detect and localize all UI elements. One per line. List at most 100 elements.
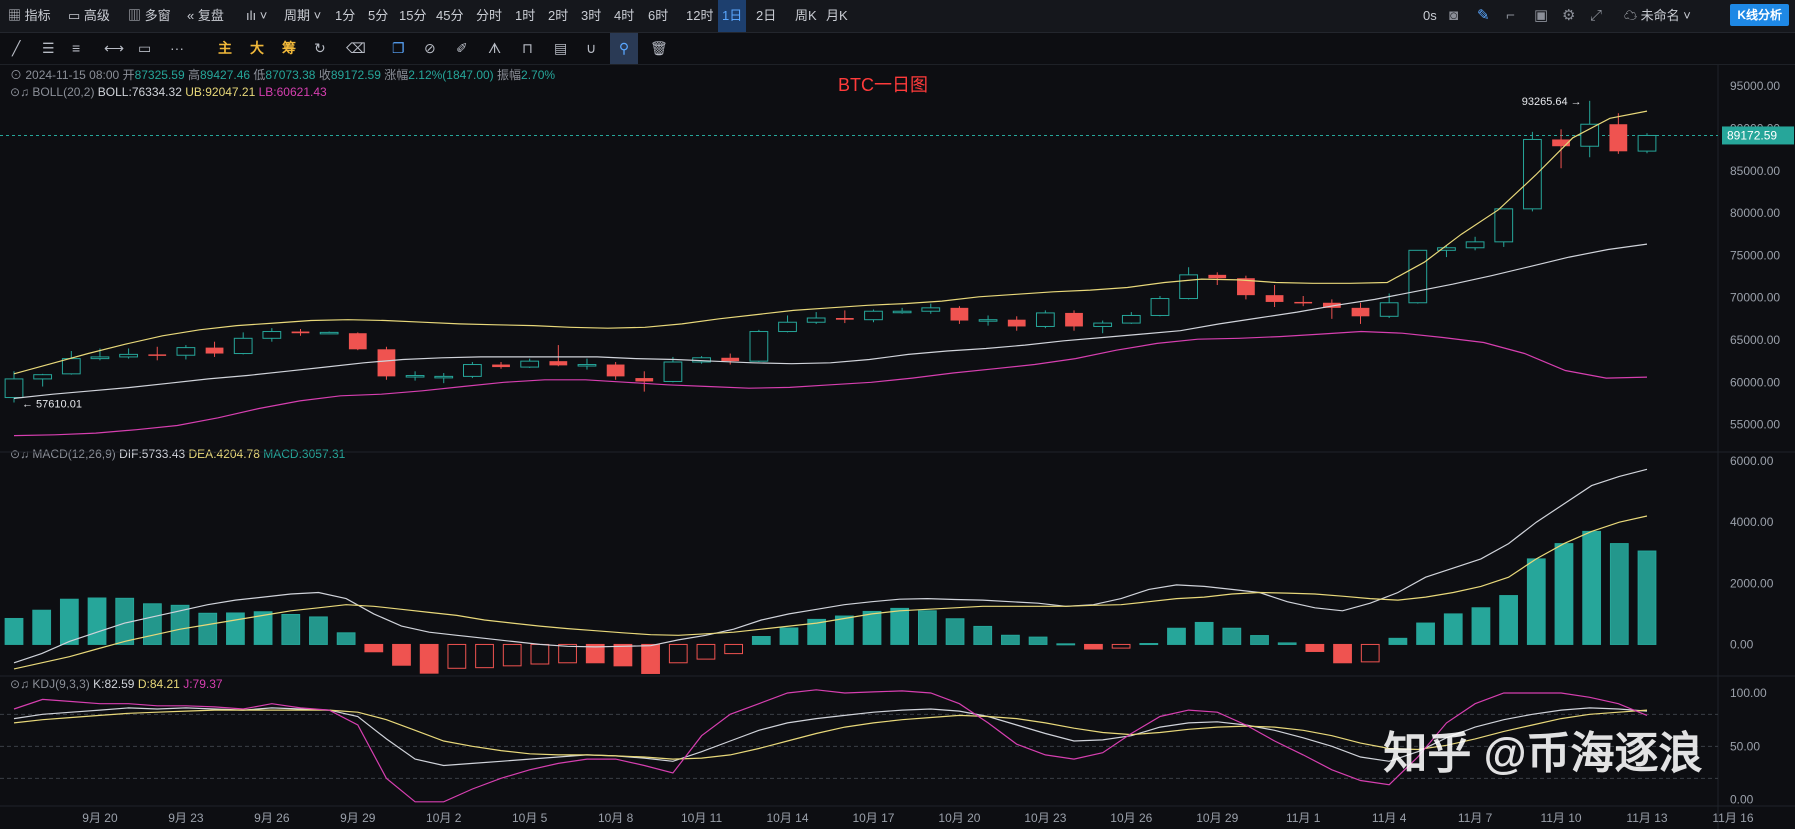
macd-tick-label: 0.00 <box>1730 637 1754 651</box>
multi-window-button[interactable]: ▥ 多窗 <box>128 0 171 32</box>
pattern-icon[interactable]: ᗑ <box>488 33 501 64</box>
eraser-icon[interactable]: ⌫ <box>346 33 366 64</box>
macd-bar <box>502 643 522 667</box>
candle-body <box>1265 295 1284 302</box>
candle-body <box>148 354 167 356</box>
main-chip-button[interactable]: 主 <box>218 33 232 64</box>
macd-bar <box>945 618 965 645</box>
macd-bar <box>1305 643 1325 652</box>
candle-body <box>1065 312 1083 327</box>
hline-icon[interactable]: ⟷ <box>104 33 124 64</box>
interval-14[interactable]: 月K <box>826 0 848 32</box>
interval-5[interactable]: 1时 <box>515 0 535 32</box>
cloud-icon: ☁ <box>1624 8 1638 23</box>
x-tick-label: 11月 4 <box>1372 811 1407 825</box>
note-icon[interactable]: ▤ <box>554 33 567 64</box>
refresh-icon[interactable]: ↻ <box>314 33 326 64</box>
price-tick-label: 55000.00 <box>1730 418 1780 432</box>
brush-icon[interactable]: ✐ <box>456 33 468 64</box>
macd-bar <box>1111 643 1131 649</box>
trash-icon[interactable]: 🗑 <box>650 33 668 64</box>
interval-4[interactable]: 分时 <box>476 0 502 32</box>
interval-9[interactable]: 6时 <box>648 0 668 32</box>
macd-bar <box>1028 636 1048 645</box>
rectangle-icon[interactable]: ▭ <box>138 33 151 64</box>
macd-bar <box>1526 558 1546 645</box>
macd-bar <box>1333 643 1352 664</box>
filter-icon[interactable]: ⚲ <box>610 33 638 64</box>
hline-multi-icon[interactable]: ☰ <box>42 33 55 64</box>
interval-8[interactable]: 4时 <box>614 0 634 32</box>
macd-bar <box>1499 595 1518 645</box>
interval-2[interactable]: 15分 <box>399 0 426 32</box>
chart-canvas[interactable]: 93265.64 →← 57610.01 95000.0090000.00850… <box>0 65 1795 829</box>
x-tick-label: 11月 7 <box>1458 811 1493 825</box>
interval-0[interactable]: 1分 <box>335 0 355 32</box>
macd-bar <box>198 612 218 645</box>
macd-bar <box>59 598 79 645</box>
lock-icon[interactable]: ⊓ <box>522 33 533 64</box>
x-tick-label: 9月 20 <box>82 811 118 825</box>
macd-bar <box>613 643 633 667</box>
macd-bar <box>87 597 107 645</box>
candle-body <box>950 307 969 321</box>
interval-3[interactable]: 45分 <box>436 0 463 32</box>
candle-body <box>434 375 454 379</box>
copy-icon[interactable]: ❐ <box>392 33 405 64</box>
candle-body <box>262 331 282 339</box>
crop-icon[interactable]: ⌐ <box>1506 0 1515 32</box>
macd-bar <box>143 603 162 645</box>
price-pane: 93265.64 → ← 57610.01 <box>4 96 1657 437</box>
save-icon[interactable]: ▣ <box>1534 0 1548 32</box>
large-order-button[interactable]: 大 <box>250 33 264 64</box>
candle-body <box>319 331 339 335</box>
interval-11[interactable]: 1日 <box>718 0 747 32</box>
macd-bar <box>475 643 494 669</box>
interval-7[interactable]: 3时 <box>581 0 601 32</box>
candle-body <box>1121 314 1141 324</box>
macd-bar <box>779 627 799 645</box>
x-tick-label: 10月 8 <box>598 811 634 825</box>
macd-bar <box>1471 607 1491 645</box>
interval-13[interactable]: 周K <box>795 0 817 32</box>
ruler-icon[interactable]: ⊘ <box>424 33 436 64</box>
macd-bar <box>1084 643 1103 650</box>
trendline-icon[interactable]: ╱ <box>12 33 20 64</box>
macd-bar <box>4 617 24 645</box>
macd-bar <box>309 616 328 645</box>
advanced-button[interactable]: ▭ 高级 <box>68 0 110 32</box>
fullscreen-icon[interactable]: ⤢ <box>1590 0 1602 32</box>
channel-icon[interactable]: ≡ <box>72 33 80 64</box>
chip-distribution-button[interactable]: 筹 <box>282 33 296 64</box>
price-tick-label: 75000.00 <box>1730 248 1780 262</box>
x-tick-label: 10月 29 <box>1196 811 1238 825</box>
x-tick-label: 10月 5 <box>512 811 548 825</box>
macd-tick-label: 2000.00 <box>1730 576 1774 590</box>
candle-body <box>176 347 196 356</box>
indicators-button[interactable]: ▦ 指标 <box>8 0 51 32</box>
kline-analysis-button[interactable]: K线分析 <box>1730 4 1789 26</box>
settings-icon[interactable]: ⚙ <box>1562 0 1575 32</box>
layout-dropdown[interactable]: ☁ 未命名 ˅ <box>1624 0 1691 32</box>
pen-icon[interactable]: ✎ <box>1477 0 1490 32</box>
interval-1[interactable]: 5分 <box>368 0 388 32</box>
magnet-icon[interactable]: ∪ <box>586 33 596 64</box>
advanced-label: 高级 <box>83 8 110 23</box>
chart-title: BTC一日图 <box>838 75 928 95</box>
macd-bar <box>558 643 577 664</box>
layout-name: 未命名 <box>1640 8 1680 23</box>
replay-button[interactable]: « 复盘 <box>187 0 224 32</box>
chart-type-dropdown[interactable]: ılı ˅ <box>246 0 267 32</box>
interval-6[interactable]: 2时 <box>548 0 568 32</box>
interval-12[interactable]: 2日 <box>756 0 776 32</box>
camera-icon[interactable]: ◙ <box>1449 0 1458 32</box>
x-tick-label: 11月 13 <box>1626 811 1667 825</box>
macd-bar <box>1001 634 1020 645</box>
more-icon[interactable]: ··· <box>170 33 184 64</box>
interval-10[interactable]: 12时 <box>686 0 713 32</box>
macd-bar <box>419 643 439 674</box>
period-dropdown[interactable]: 周期 ˅ <box>284 0 321 32</box>
candle-body <box>978 319 998 322</box>
candle-body <box>778 321 797 333</box>
candle-body <box>1494 208 1514 243</box>
